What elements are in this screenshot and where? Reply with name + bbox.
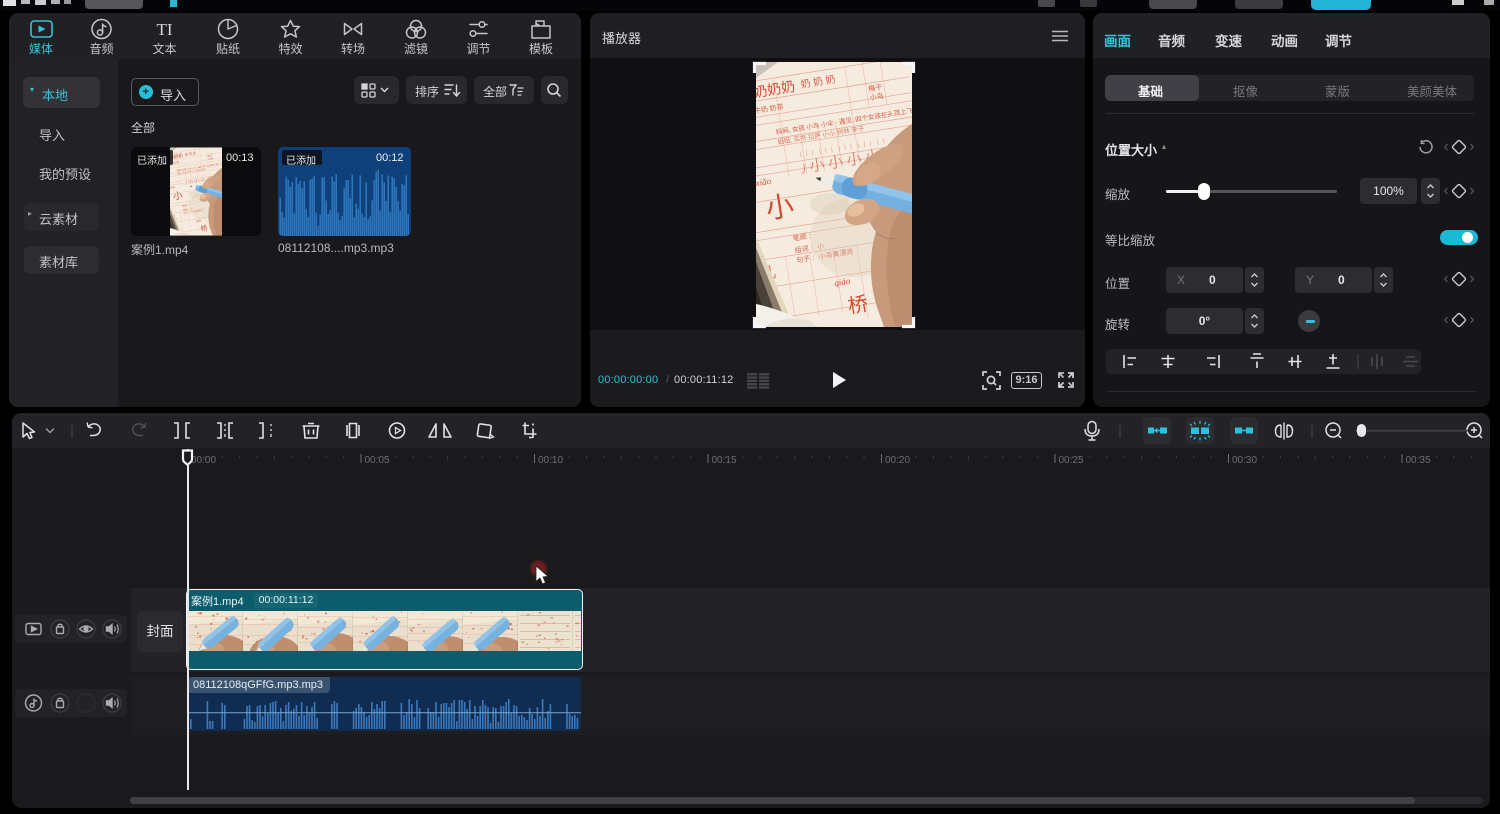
svg-text:滤镜: 滤镜 [404,41,428,56]
svg-text:00:15: 00:15 [712,455,737,466]
svg-text:00:10: 00:10 [538,455,563,466]
svg-text:贴纸: 贴纸 [216,42,240,56]
svg-text:音频: 音频 [89,41,113,56]
svg-text:00:00: 00:00 [191,455,216,466]
svg-text:特效: 特效 [278,41,302,56]
svg-text:00:05: 00:05 [365,455,390,466]
svg-text:00:30: 00:30 [1232,455,1257,466]
svg-text:00:25: 00:25 [1059,455,1084,466]
svg-text:转场: 转场 [341,41,365,56]
svg-text:文本: 文本 [152,41,176,56]
svg-text:模板: 模板 [529,42,553,56]
svg-text:00:35: 00:35 [1406,455,1431,466]
svg-text:TI: TI [156,20,172,39]
svg-text:媒体: 媒体 [29,42,53,56]
svg-text:00:20: 00:20 [885,455,910,466]
svg-text:调节: 调节 [466,42,490,56]
